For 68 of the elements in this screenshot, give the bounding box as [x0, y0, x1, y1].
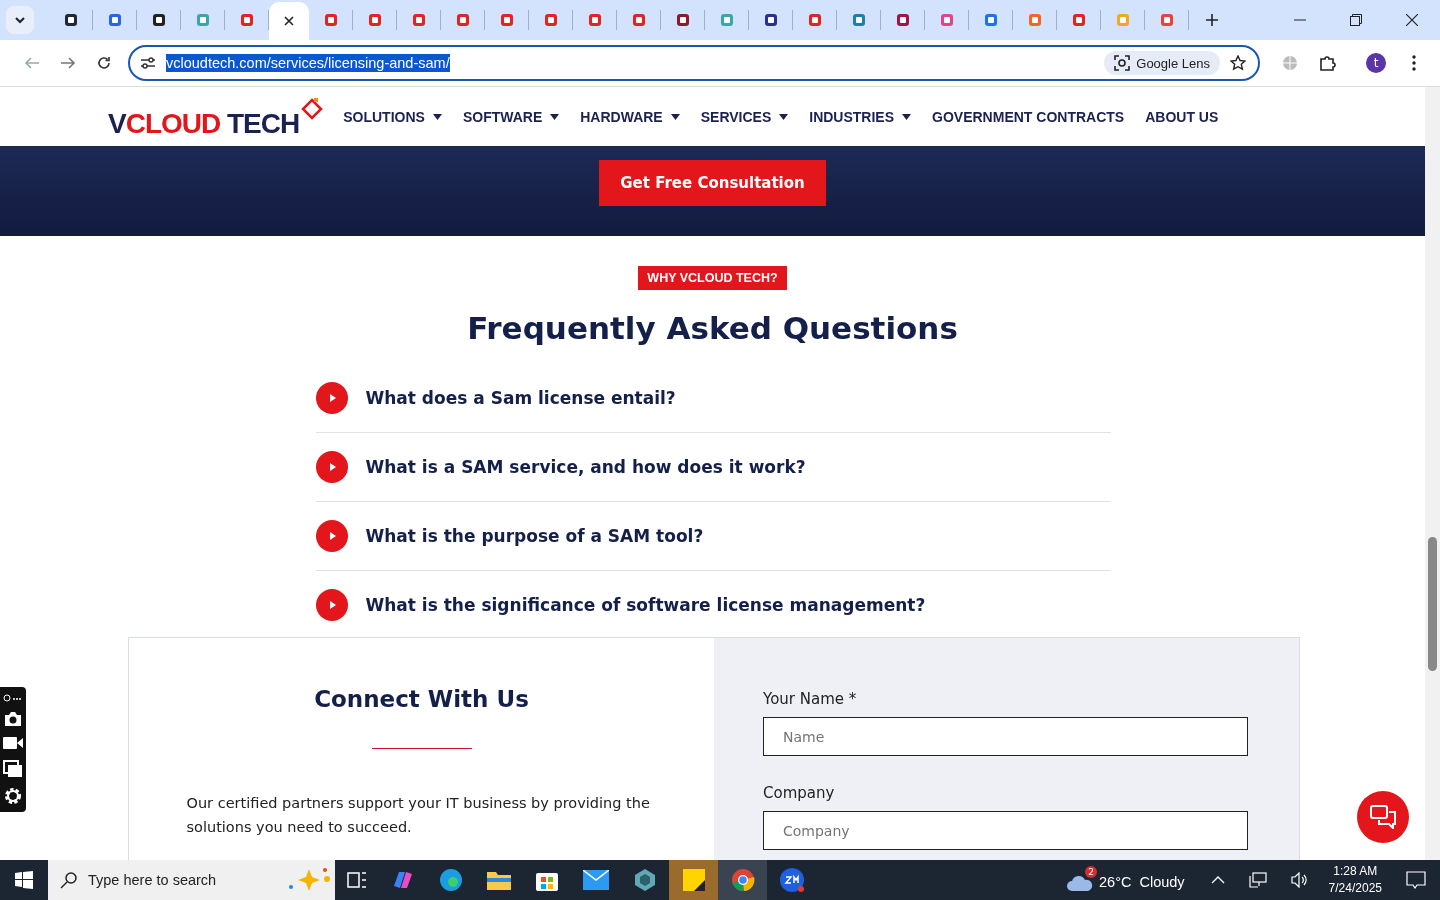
network-icon[interactable]: [1248, 872, 1267, 888]
zoom-app-icon[interactable]: [779, 867, 805, 893]
google-lens-button[interactable]: Google Lens: [1104, 51, 1220, 75]
weather-text: 26°C Cloudy: [1099, 874, 1185, 890]
edge-icon[interactable]: [439, 868, 463, 892]
nav-link[interactable]: INDUSTRIES: [809, 108, 912, 125]
tab-search-button[interactable]: [6, 6, 34, 34]
nav-link[interactable]: SOLUTIONS: [343, 108, 442, 125]
field-label: Your Name *: [763, 690, 858, 708]
notifications-icon[interactable]: [1406, 871, 1426, 889]
puzzle-icon[interactable]: [1318, 54, 1336, 72]
plus-icon: [1206, 14, 1218, 26]
restore-icon[interactable]: [1350, 14, 1362, 26]
taskbar-search-field[interactable]: Type here to search: [48, 860, 335, 900]
lens-icon: [1114, 55, 1131, 71]
camera-icon[interactable]: [4, 711, 22, 728]
cloud-icon: [1067, 873, 1093, 891]
reload-icon[interactable]: [96, 55, 112, 71]
speaker-icon[interactable]: [1290, 872, 1309, 888]
more-icon[interactable]: [3, 693, 23, 702]
forward-icon[interactable]: [60, 55, 76, 71]
faq-item[interactable]: What is the purpose of a SAM tool?: [315, 502, 1111, 571]
site-info-icon: [140, 56, 156, 70]
weather-widget[interactable]: 2 26°C Cloudy: [1067, 865, 1185, 895]
faq-heading: Frequently Asked Questions: [467, 310, 958, 346]
input-field[interactable]: Company: [763, 811, 1248, 850]
field-label: Company: [763, 784, 836, 802]
date-text: 7/24/2025: [1328, 880, 1382, 897]
chevron-down-icon: [14, 14, 26, 26]
notification-badge: 2: [1085, 866, 1097, 878]
nav-link[interactable]: ABOUT US: [1145, 108, 1219, 125]
menu-icon[interactable]: [1412, 55, 1416, 71]
profile-avatar[interactable]: t: [1366, 53, 1386, 73]
chat-icon: [1370, 805, 1396, 829]
site-logo[interactable]: VCLOUD TECH: [108, 93, 324, 140]
task-view-icon[interactable]: [347, 871, 367, 889]
folder-icon[interactable]: [487, 870, 511, 890]
star-icon[interactable]: [1230, 55, 1246, 71]
time-text: 1:28 AM: [1333, 863, 1378, 880]
nav-link[interactable]: SOFTWARE: [462, 108, 560, 125]
hexagon-app-icon[interactable]: [633, 868, 657, 892]
address-bar[interactable]: vcloudtech.com/services/licensing-and-sam/ Google Lens: [128, 45, 1260, 81]
input-field[interactable]: Name: [763, 717, 1248, 756]
logo-mark-icon: [301, 97, 324, 120]
consultation-button[interactable]: Get Free Consultation: [599, 160, 826, 206]
contact-text: Our certified partners support your IT business by providing the solutions you need to succeed.: [186, 794, 651, 837]
search-icon: [60, 871, 78, 889]
section-badge: WHY VCLOUD TECH?: [638, 266, 787, 290]
windows-icon[interactable]: [3, 759, 23, 778]
clock[interactable]: 1:28 AM 7/24/2025: [1328, 863, 1382, 897]
chrome-icon[interactable]: [718, 860, 767, 900]
mail-icon[interactable]: [583, 870, 609, 890]
chat-button[interactable]: [1357, 791, 1409, 843]
video-camera-icon[interactable]: [3, 736, 23, 751]
scrollbar[interactable]: [1425, 87, 1440, 860]
settings-icon[interactable]: [4, 787, 22, 806]
sticky-notes-icon[interactable]: [669, 860, 718, 900]
nav-link[interactable]: SERVICES: [700, 108, 789, 125]
faq-item[interactable]: What does a Sam license entail?: [315, 364, 1111, 433]
chevron-up-icon[interactable]: [1210, 876, 1225, 884]
close-icon[interactable]: [1406, 14, 1418, 26]
nav-link[interactable]: HARDWARE: [580, 108, 680, 125]
url-text: vcloudtech.com/services/licensing-and-sam/: [166, 54, 450, 72]
close-icon: [284, 16, 294, 26]
windows-start-icon[interactable]: [15, 871, 33, 889]
faq-item[interactable]: What is a SAM service, and how does it work?: [315, 433, 1111, 502]
contact-heading: Connect With Us: [314, 686, 529, 712]
nav-link[interactable]: GOVERNMENT CONTRACTS: [932, 108, 1125, 125]
